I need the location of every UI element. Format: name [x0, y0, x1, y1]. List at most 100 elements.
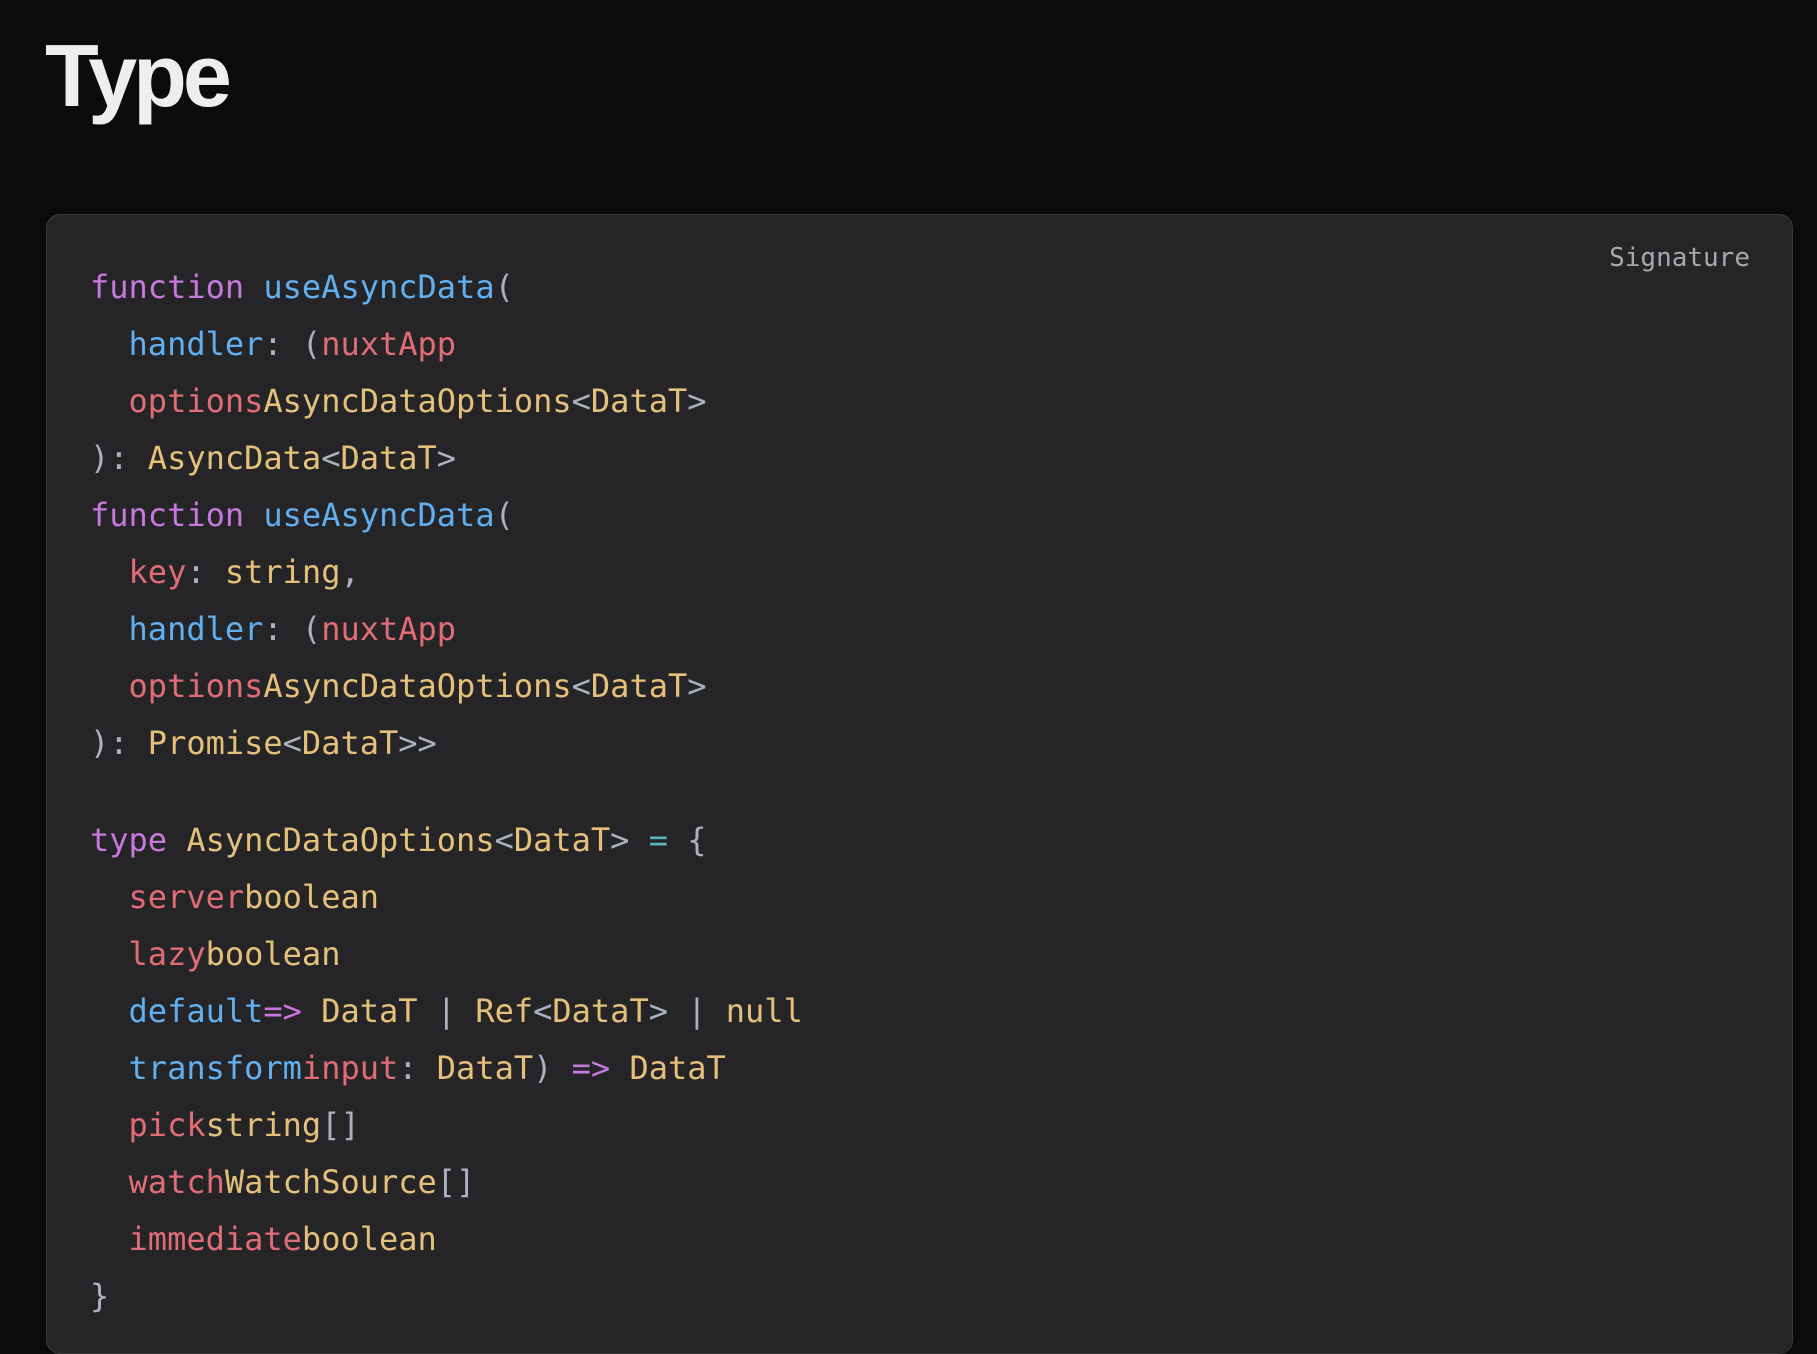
code-line: default=> DataT | Ref<DataT> | null — [90, 983, 803, 1040]
code-token-fn: useAsyncData — [263, 496, 495, 534]
code-line: type AsyncDataOptions<DataT> = { — [90, 812, 803, 869]
code-token-fn: useAsyncData — [263, 268, 495, 306]
code-token-punc — [302, 992, 321, 1030]
code-token-var: pick — [128, 1106, 206, 1144]
code-token-punc: : — [398, 1049, 437, 1087]
code-token-punc: : ( — [263, 325, 322, 363]
code-token-var: server — [128, 878, 245, 916]
code-token-var: nuxtApp — [321, 325, 457, 363]
code-token-kw: => — [571, 1049, 611, 1087]
code-token-type: DataT — [513, 821, 611, 859]
code-token-type: DataT — [552, 992, 649, 1030]
code-token-type: AsyncDataOptions — [263, 382, 572, 420]
code-token-type: string — [205, 1106, 322, 1144]
code-line: optionsAsyncDataOptions<DataT> — [90, 658, 803, 715]
code-token-punc — [90, 1106, 129, 1144]
code-token-type: DataT — [629, 1049, 726, 1087]
code-token-punc — [244, 268, 263, 306]
code-line: pickstring[] — [90, 1097, 803, 1154]
code-token-var: options — [128, 382, 264, 420]
code-token-kw: type — [90, 821, 168, 859]
code-token-punc: ): — [90, 439, 148, 477]
code-token-punc: < — [321, 439, 341, 477]
code-line: } — [90, 1268, 803, 1325]
code-block[interactable]: Signature function useAsyncData( handler… — [46, 214, 1793, 1354]
code-line: serverboolean — [90, 869, 803, 926]
code-line: function useAsyncData( — [90, 487, 803, 544]
code-token-punc — [90, 1049, 129, 1087]
code-token-punc: < — [494, 821, 514, 859]
code-token-type: boolean — [301, 1220, 437, 1258]
code-token-type: null — [725, 992, 803, 1030]
code-line: optionsAsyncDataOptions<DataT> — [90, 373, 803, 430]
code-line: handler: (nuxtApp — [90, 316, 803, 373]
code-line: ): AsyncData<DataT> — [90, 430, 803, 487]
code-token-var: options — [128, 667, 264, 705]
code-token-type: DataT — [590, 382, 688, 420]
code-token-type: boolean — [244, 878, 379, 916]
code-token-var: key — [128, 553, 187, 591]
code-token-fn: handler — [128, 325, 264, 363]
code-token-punc: < — [533, 992, 553, 1030]
code-token-var: lazy — [128, 935, 206, 973]
code-line: lazyboolean — [90, 926, 803, 983]
code-token-punc: > — [687, 667, 707, 705]
code-token-punc — [167, 821, 186, 859]
page-title: Type — [45, 26, 232, 125]
code-language-label: Signature — [1609, 243, 1750, 273]
code-token-type: WatchSource — [224, 1163, 437, 1201]
code-token-punc: > | — [648, 992, 726, 1030]
code-token-punc: > — [687, 382, 707, 420]
code-token-punc — [90, 878, 129, 916]
code-line: key: string, — [90, 544, 803, 601]
code-token-type: DataT — [301, 724, 399, 762]
code-token-punc: : — [186, 553, 225, 591]
code-token-punc: >> — [398, 724, 437, 762]
code-token-punc: | — [417, 992, 476, 1030]
code-token-punc — [610, 1049, 629, 1087]
code-token-var: immediate — [128, 1220, 302, 1258]
code-token-punc — [90, 382, 129, 420]
code-line: watchWatchSource[] — [90, 1154, 803, 1211]
code-line: immediateboolean — [90, 1211, 803, 1268]
code-token-punc: { — [667, 821, 707, 859]
code-token-punc: [] — [321, 1106, 360, 1144]
code-token-var: nuxtApp — [321, 610, 457, 648]
code-token-punc — [90, 610, 129, 648]
code-token-punc: } — [90, 1277, 110, 1315]
code-token-punc: ( — [494, 268, 514, 306]
code-token-type: boolean — [205, 935, 341, 973]
code-token-punc — [90, 992, 129, 1030]
code-token-punc: < — [571, 667, 591, 705]
code-token-kw: => — [263, 992, 302, 1030]
code-token-punc: : ( — [263, 610, 322, 648]
code-token-fn: transform — [128, 1049, 302, 1087]
code-line: transforminput: DataT) => DataT — [90, 1040, 803, 1097]
code-token-type: AsyncDataOptions — [186, 821, 495, 859]
code-line: function useAsyncData( — [90, 259, 803, 316]
code-token-var: watch — [128, 1163, 225, 1201]
code-token-type: DataT — [340, 439, 437, 477]
code-token-kw: function — [90, 268, 245, 306]
code-token-type: Promise — [147, 724, 283, 762]
code-content[interactable]: function useAsyncData( handler: (nuxtApp… — [90, 259, 803, 1325]
code-token-punc — [90, 325, 129, 363]
code-token-punc: , — [340, 553, 360, 591]
code-token-punc: > — [436, 439, 457, 477]
code-token-type: Ref — [475, 992, 534, 1030]
code-token-type: DataT — [436, 1049, 534, 1087]
code-token-punc: ) — [533, 1049, 572, 1087]
code-line: ): Promise<DataT>> — [90, 715, 803, 772]
code-token-punc — [244, 496, 263, 534]
code-token-type: AsyncData — [147, 439, 322, 477]
code-token-punc: > — [610, 821, 649, 859]
code-line: handler: (nuxtApp — [90, 601, 803, 658]
code-token-type: string — [224, 553, 341, 591]
code-token-punc: ): — [90, 724, 148, 762]
code-token-op: = — [648, 821, 668, 859]
code-token-punc — [90, 935, 129, 973]
code-token-var: input — [301, 1049, 399, 1087]
code-token-punc — [90, 1220, 129, 1258]
code-token-type: DataT — [590, 667, 688, 705]
code-token-punc — [90, 667, 129, 705]
